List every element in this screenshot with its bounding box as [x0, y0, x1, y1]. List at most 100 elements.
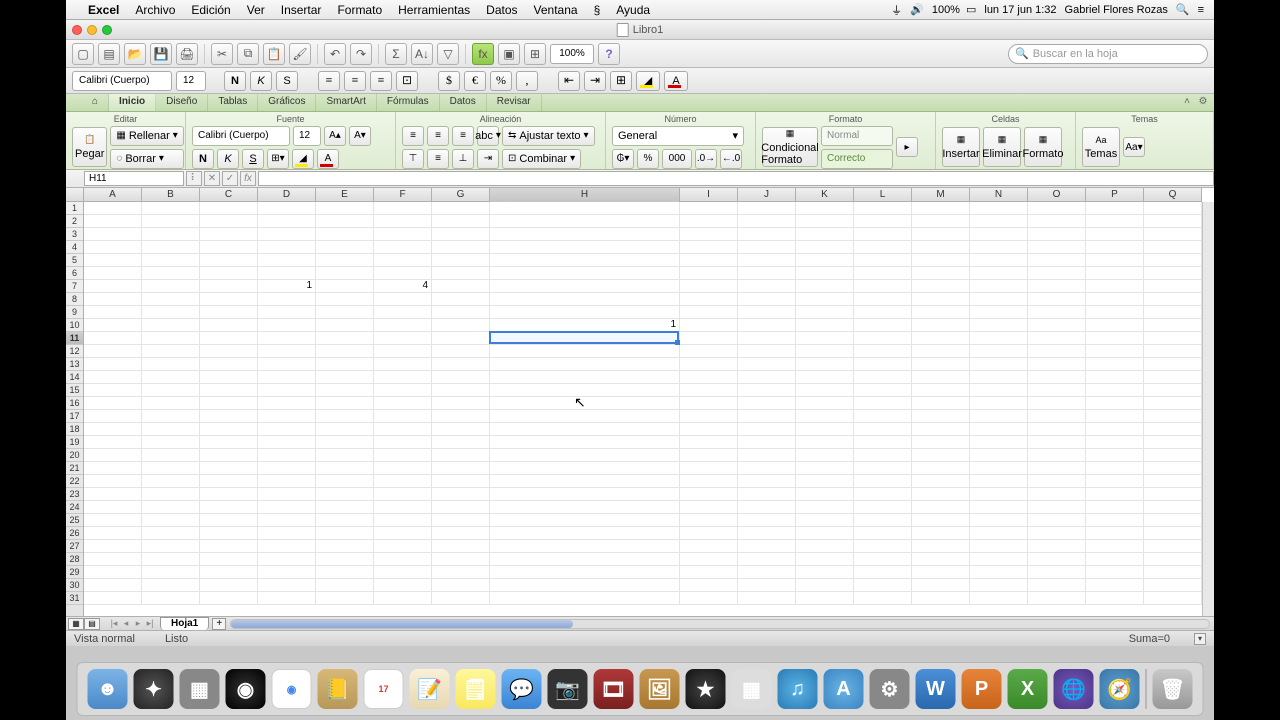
- menu-archivo[interactable]: Archivo: [127, 3, 183, 17]
- col-header-F[interactable]: F: [374, 188, 432, 202]
- cell-A4[interactable]: [84, 241, 142, 254]
- cell-O1[interactable]: [1028, 202, 1086, 215]
- cell-D21[interactable]: [258, 462, 316, 475]
- italic-button-top[interactable]: K: [250, 71, 272, 91]
- align-center-button[interactable]: ≡: [427, 126, 449, 146]
- font-color-button-top[interactable]: A: [664, 71, 688, 91]
- cell-O29[interactable]: [1028, 566, 1086, 579]
- dock-dashboard[interactable]: ◉: [226, 669, 266, 709]
- cell-D19[interactable]: [258, 436, 316, 449]
- cell-K5[interactable]: [796, 254, 854, 267]
- cell-A9[interactable]: [84, 306, 142, 319]
- cell-O23[interactable]: [1028, 488, 1086, 501]
- dock-word[interactable]: W: [916, 669, 956, 709]
- cell-I22[interactable]: [680, 475, 738, 488]
- cell-N3[interactable]: [970, 228, 1028, 241]
- cell-E31[interactable]: [316, 592, 374, 605]
- cell-L24[interactable]: [854, 501, 912, 514]
- cell-P17[interactable]: [1086, 410, 1144, 423]
- cell-E15[interactable]: [316, 384, 374, 397]
- cell-L23[interactable]: [854, 488, 912, 501]
- cell-F19[interactable]: [374, 436, 432, 449]
- italic-button[interactable]: K: [217, 149, 239, 169]
- cell-I20[interactable]: [680, 449, 738, 462]
- cell-A29[interactable]: [84, 566, 142, 579]
- align-right-button-top[interactable]: ≡: [370, 71, 392, 91]
- cell-I26[interactable]: [680, 527, 738, 540]
- row-headers[interactable]: 1234567891011121314151617181920212223242…: [66, 202, 84, 616]
- cell-D31[interactable]: [258, 592, 316, 605]
- cell-E3[interactable]: [316, 228, 374, 241]
- clear-button[interactable]: ◌ Borrar ▾: [110, 149, 183, 169]
- clock[interactable]: lun 17 jun 1:32: [980, 4, 1060, 16]
- user-name[interactable]: Gabriel Flores Rozas: [1061, 4, 1172, 16]
- col-header-O[interactable]: O: [1028, 188, 1086, 202]
- merge-button-top[interactable]: ⊡: [396, 71, 418, 91]
- battery-indicator[interactable]: 100% ▭: [928, 3, 981, 16]
- cell-I18[interactable]: [680, 423, 738, 436]
- sheet-nav-first[interactable]: |◂: [108, 618, 120, 629]
- cell-G13[interactable]: [432, 358, 490, 371]
- cell-Q11[interactable]: [1144, 332, 1202, 345]
- menu-formato[interactable]: Formato: [329, 3, 390, 17]
- cell-E14[interactable]: [316, 371, 374, 384]
- help-button[interactable]: ?: [598, 43, 620, 65]
- dock-safari[interactable]: 🧭: [1100, 669, 1140, 709]
- cell-K25[interactable]: [796, 514, 854, 527]
- cell-Q18[interactable]: [1144, 423, 1202, 436]
- cell-C3[interactable]: [200, 228, 258, 241]
- cell-N1[interactable]: [970, 202, 1028, 215]
- cell-B18[interactable]: [142, 423, 200, 436]
- cell-G19[interactable]: [432, 436, 490, 449]
- cell-C25[interactable]: [200, 514, 258, 527]
- row-header-31[interactable]: 31: [66, 592, 83, 605]
- cell-E21[interactable]: [316, 462, 374, 475]
- cell-J29[interactable]: [738, 566, 796, 579]
- cell-C7[interactable]: [200, 280, 258, 293]
- cell-E20[interactable]: [316, 449, 374, 462]
- currency-format-button[interactable]: ₲▾: [612, 149, 634, 169]
- cell-B19[interactable]: [142, 436, 200, 449]
- cell-K22[interactable]: [796, 475, 854, 488]
- cell-L28[interactable]: [854, 553, 912, 566]
- cell-L17[interactable]: [854, 410, 912, 423]
- cell-J20[interactable]: [738, 449, 796, 462]
- cell-F13[interactable]: [374, 358, 432, 371]
- cell-A27[interactable]: [84, 540, 142, 553]
- cell-G14[interactable]: [432, 371, 490, 384]
- bold-button[interactable]: N: [192, 149, 214, 169]
- delete-cells-button[interactable]: ▦Eliminar: [983, 127, 1021, 167]
- cell-Q1[interactable]: [1144, 202, 1202, 215]
- cell-H16[interactable]: [490, 397, 680, 410]
- cell-P8[interactable]: [1086, 293, 1144, 306]
- cell-D23[interactable]: [258, 488, 316, 501]
- cell-Q31[interactable]: [1144, 592, 1202, 605]
- cell-A28[interactable]: [84, 553, 142, 566]
- cell-M10[interactable]: [912, 319, 970, 332]
- cell-A3[interactable]: [84, 228, 142, 241]
- euro-button[interactable]: €: [464, 71, 486, 91]
- cell-I28[interactable]: [680, 553, 738, 566]
- valign-middle-button[interactable]: ≡: [427, 149, 449, 169]
- cell-E28[interactable]: [316, 553, 374, 566]
- cell-O14[interactable]: [1028, 371, 1086, 384]
- tab-revisar[interactable]: Revisar: [487, 94, 542, 111]
- cell-G16[interactable]: [432, 397, 490, 410]
- cell-P1[interactable]: [1086, 202, 1144, 215]
- orientation-button[interactable]: abc▾: [477, 126, 499, 146]
- cell-H7[interactable]: [490, 280, 680, 293]
- wrap-text-button[interactable]: ⇆ Ajustar texto ▾: [502, 126, 595, 146]
- cell-N25[interactable]: [970, 514, 1028, 527]
- cell-A19[interactable]: [84, 436, 142, 449]
- font-family-select[interactable]: Calibri (Cuerpo): [192, 126, 290, 146]
- zoom-window-button[interactable]: [102, 25, 112, 35]
- cell-C10[interactable]: [200, 319, 258, 332]
- col-header-B[interactable]: B: [142, 188, 200, 202]
- cell-E22[interactable]: [316, 475, 374, 488]
- cell-A31[interactable]: [84, 592, 142, 605]
- dock-reminders[interactable]: 📝: [410, 669, 450, 709]
- cell-Q28[interactable]: [1144, 553, 1202, 566]
- cell-P22[interactable]: [1086, 475, 1144, 488]
- thousands-format-button[interactable]: 000: [662, 149, 692, 169]
- cell-D8[interactable]: [258, 293, 316, 306]
